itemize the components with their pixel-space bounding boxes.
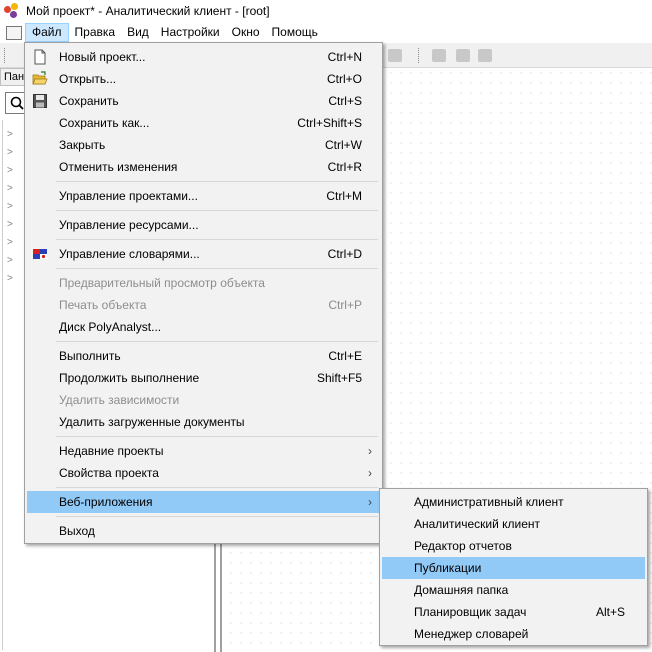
- menu-separator: [56, 516, 378, 517]
- menu-help[interactable]: Помощь: [266, 23, 324, 42]
- dictionary-flag-icon: [33, 249, 47, 259]
- grid-icon[interactable]: [456, 49, 470, 62]
- menu-item-delete-dependencies[interactable]: Удалить зависимости: [27, 389, 380, 411]
- submenu-item-report-editor[interactable]: Редактор отчетов: [382, 535, 645, 557]
- menu-separator: [56, 181, 378, 182]
- menu-item-manage-projects[interactable]: Управление проектами... Ctrl+M: [27, 185, 380, 207]
- submenu-item-home-folder[interactable]: Домашняя папка: [382, 579, 645, 601]
- submenu-item-task-scheduler[interactable]: Планировщик задач Alt+S: [382, 601, 645, 623]
- menu-separator: [56, 268, 378, 269]
- menu-separator: [56, 239, 378, 240]
- menu-item-continue-execution[interactable]: Продолжить выполнение Shift+F5: [27, 367, 380, 389]
- file-menu: Новый проект... Ctrl+N Открыть... Ctrl+O…: [24, 42, 383, 544]
- menu-file[interactable]: Файл: [25, 23, 69, 42]
- chevron-right-icon[interactable]: >: [7, 216, 13, 234]
- menu-item-delete-loaded-documents[interactable]: Удалить загруженные документы: [27, 411, 380, 433]
- menu-item-save-as[interactable]: Сохранить как... Ctrl+Shift+S: [27, 112, 380, 134]
- chevron-right-icon[interactable]: >: [7, 270, 13, 288]
- menu-item-polyanalyst-disk[interactable]: Диск PolyAnalyst...: [27, 316, 380, 338]
- toolbar-separator: [4, 48, 7, 63]
- export-icon[interactable]: [478, 49, 492, 62]
- menu-item-execute[interactable]: Выполнить Ctrl+E: [27, 345, 380, 367]
- title-bar: Мой проект* - Аналитический клиент - [ro…: [0, 0, 652, 22]
- chevron-right-icon[interactable]: >: [7, 126, 13, 144]
- menu-item-recent-projects[interactable]: Недавние проекты ›: [27, 440, 380, 462]
- polyanalyst-logo-icon: [4, 3, 20, 19]
- menu-edit[interactable]: Правка: [69, 23, 122, 42]
- web-apps-submenu: Административный клиент Аналитический кл…: [379, 488, 648, 646]
- menu-separator: [56, 436, 378, 437]
- menu-item-save[interactable]: Сохранить Ctrl+S: [27, 90, 380, 112]
- menu-window[interactable]: Окно: [226, 23, 266, 42]
- menu-separator: [56, 210, 378, 211]
- menu-item-web-apps[interactable]: Веб-приложения ›: [27, 491, 380, 513]
- chevron-right-icon[interactable]: >: [7, 180, 13, 198]
- submenu-item-publications[interactable]: Публикации: [382, 557, 645, 579]
- window-title: Мой проект* - Аналитический клиент - [ro…: [26, 4, 270, 18]
- floppy-disk-icon: [33, 94, 47, 108]
- submenu-item-admin-client[interactable]: Административный клиент: [382, 491, 645, 513]
- blank-document-icon: [34, 49, 46, 65]
- menu-view[interactable]: Вид: [121, 23, 155, 42]
- menu-bar: Файл Правка Вид Настройки Окно Помощь: [0, 22, 652, 43]
- chevron-right-icon: ›: [368, 466, 372, 480]
- open-folder-icon: [32, 71, 48, 85]
- menu-settings[interactable]: Настройки: [155, 23, 226, 42]
- menu-item-project-properties[interactable]: Свойства проекта ›: [27, 462, 380, 484]
- menu-item-open[interactable]: Открыть... Ctrl+O: [27, 68, 380, 90]
- chevron-right-icon[interactable]: >: [7, 162, 13, 180]
- chevron-right-icon[interactable]: >: [7, 252, 13, 270]
- menu-item-preview-object[interactable]: Предварительный просмотр объекта: [27, 272, 380, 294]
- chevron-right-icon[interactable]: >: [7, 198, 13, 216]
- menu-item-manage-dictionaries[interactable]: Управление словарями... Ctrl+D: [27, 243, 380, 265]
- document-icon[interactable]: [6, 25, 22, 40]
- menu-item-revert[interactable]: Отменить изменения Ctrl+R: [27, 156, 380, 178]
- chevron-right-icon: ›: [368, 444, 372, 458]
- submenu-item-dictionary-manager[interactable]: Менеджер словарей: [382, 623, 645, 645]
- tree-expanders: > > > > > > > > >: [7, 126, 13, 288]
- menu-item-print-object[interactable]: Печать объекта Ctrl+P: [27, 294, 380, 316]
- menu-item-new-project[interactable]: Новый проект... Ctrl+N: [27, 46, 380, 68]
- tree-guide-line: [2, 120, 3, 650]
- toolbar-button-icon[interactable]: [388, 49, 402, 62]
- submenu-item-analytic-client[interactable]: Аналитический клиент: [382, 513, 645, 535]
- search-icon: [10, 96, 24, 110]
- toolbar-separator: [418, 48, 421, 63]
- chevron-right-icon[interactable]: >: [7, 144, 13, 162]
- menu-separator: [56, 487, 378, 488]
- chevron-right-icon[interactable]: >: [7, 234, 13, 252]
- menu-item-manage-resources[interactable]: Управление ресурсами...: [27, 214, 380, 236]
- network-icon[interactable]: [432, 49, 446, 62]
- menu-item-exit[interactable]: Выход: [27, 520, 380, 542]
- chevron-right-icon: ›: [368, 495, 372, 509]
- menu-separator: [56, 341, 378, 342]
- menu-item-close[interactable]: Закрыть Ctrl+W: [27, 134, 380, 156]
